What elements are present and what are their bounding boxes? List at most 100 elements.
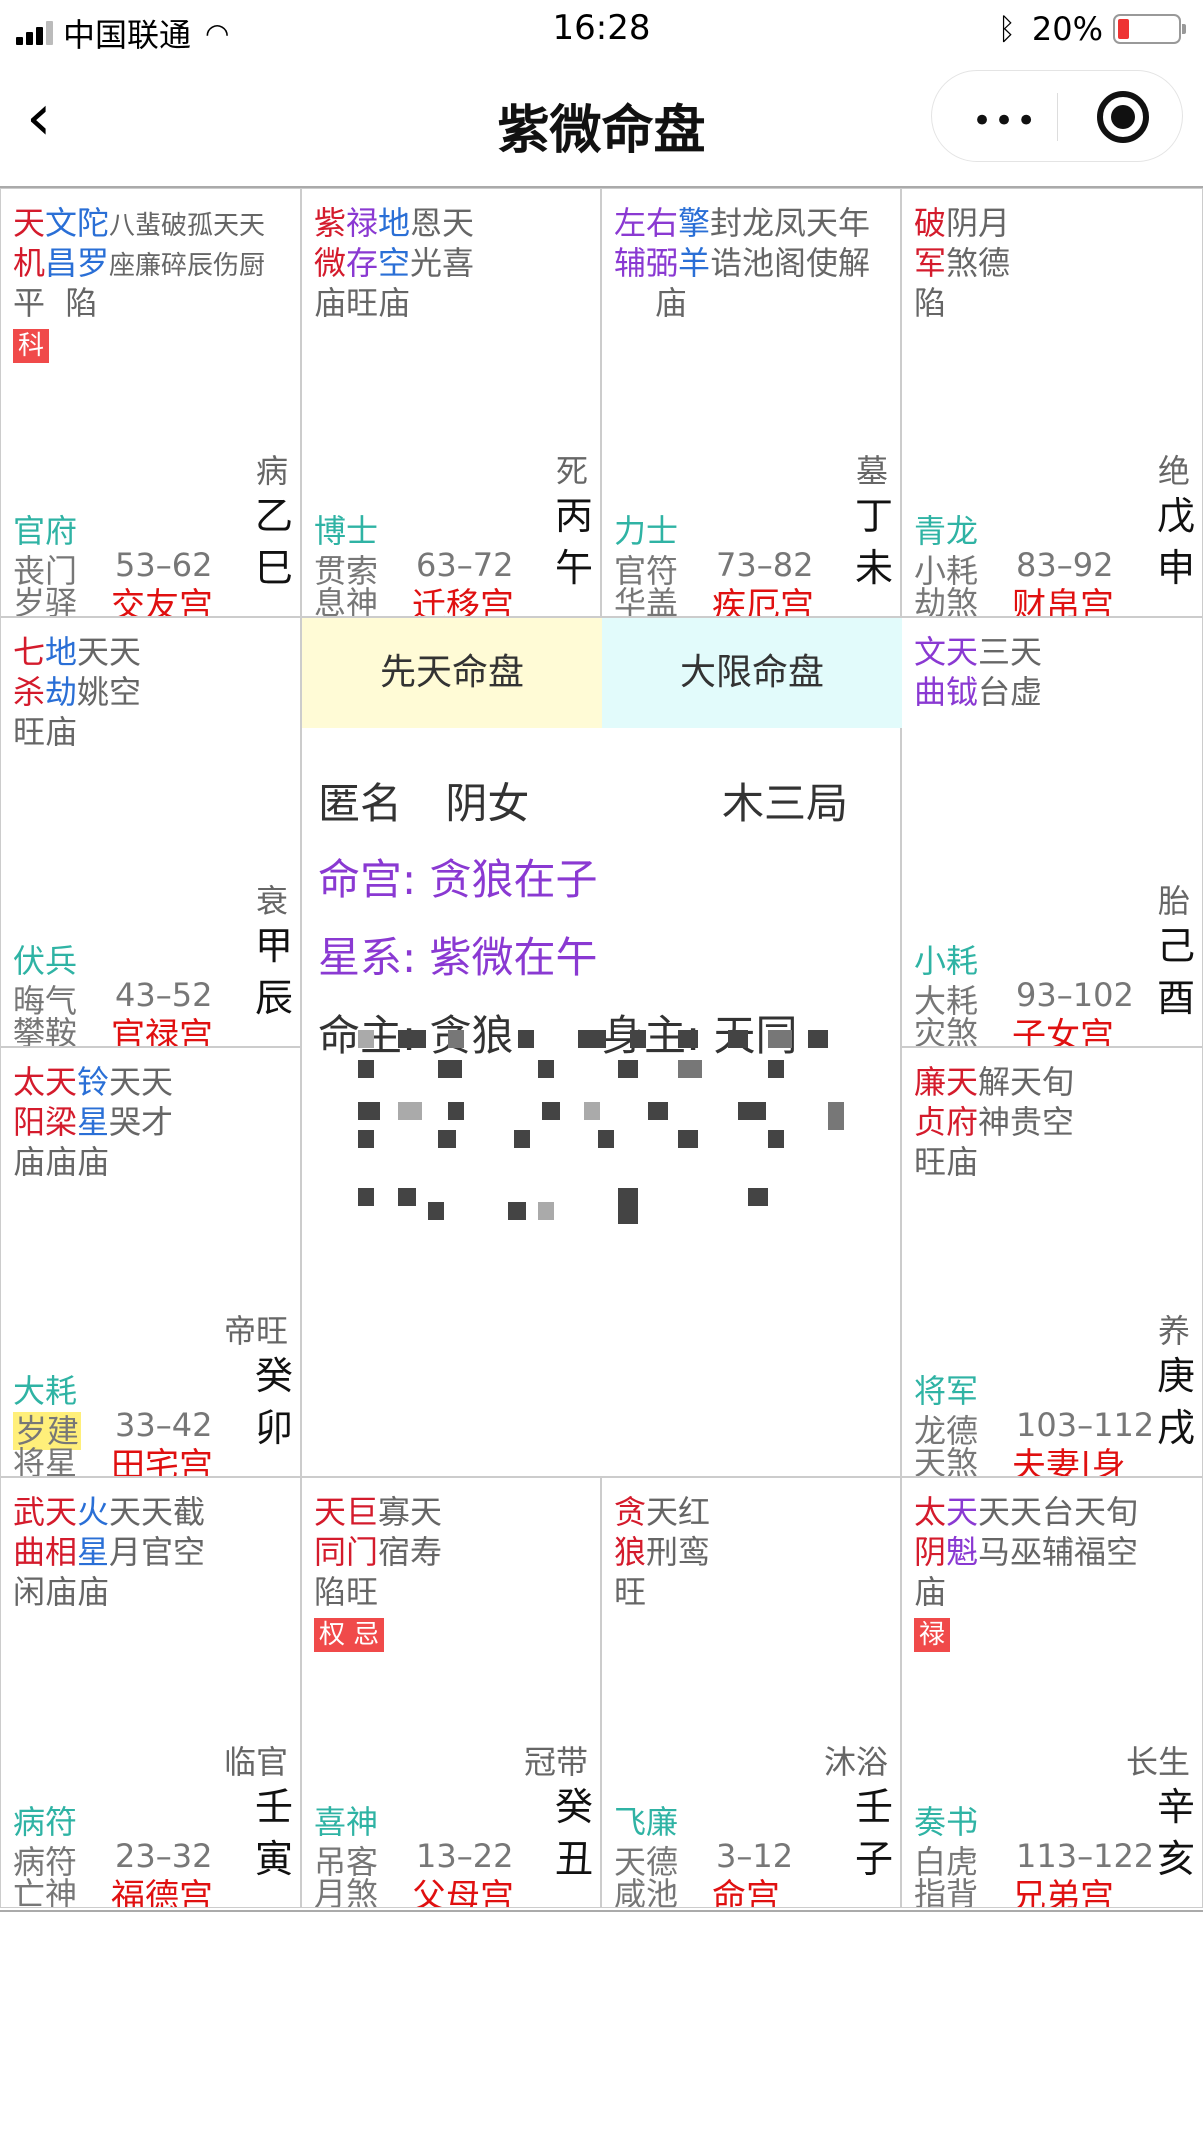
palace-chen[interactable]: 七地天天 杀劫姚空 旺庙衰伏兵 晦气 攀鞍 43–52 官禄宫甲辰: [0, 617, 301, 1047]
general-star: 岁驿: [13, 584, 78, 617]
palace-name: 父母宫: [412, 1877, 514, 1908]
five-element-ju: 木三局: [722, 779, 849, 828]
palace-xu[interactable]: 廉天解天旬 贞府神贵空 旺庙养将军 龙德 天煞 103–112 夫妻|身庚戌: [901, 1047, 1203, 1477]
palace-wu[interactable]: 紫禄地恩天 微存空光喜 庙旺庙死博士 贯索 息神 63–72 迁移宫丙午: [301, 188, 601, 617]
star-text: 禄: [346, 204, 379, 242]
palace-wei[interactable]: 左右擎封龙凤天年 辅弼羊诰池阁使解 庙墓力士 官符 华盖 73–82 疾厄宫丁未: [601, 188, 901, 617]
mosaic-block: [438, 1060, 462, 1078]
earthly-branch: 亥: [1156, 1837, 1195, 1881]
heavenly-stem: 丙: [554, 494, 593, 538]
mosaic-block: [538, 1202, 554, 1220]
status-bar: 中国联通 ◠ 16:28 ᛒ 20%: [0, 0, 1203, 60]
star-text: 羊: [678, 244, 711, 282]
center-panel: 先天命盘 大限命盘 匿名 阴女 木三局 命宫: 贪狼在子 星系: 紫微在午 命主…: [301, 617, 902, 1477]
star-text: 魁: [946, 1533, 979, 1571]
star-text: 旺庙: [13, 713, 78, 751]
stem-branch: 丙午: [552, 490, 596, 594]
star-text: 八蜚破孤天天: [109, 211, 266, 241]
star-text: 军: [914, 244, 947, 282]
general-star: 月煞: [314, 1875, 379, 1908]
palace-yin[interactable]: 武天火天天截 曲相星月官空 闲庙庙 临官 病符 病符 亡神 23–32 福德宫壬寅: [0, 1477, 301, 1908]
star-text: 庙: [614, 284, 687, 322]
star-text: 光喜: [410, 244, 475, 282]
star-line: 闲庙庙: [13, 1572, 205, 1612]
palace-mao[interactable]: 太天铃天天 阳梁星哭才 庙庙庙 帝旺 大耗 岁建 将星 33–42 田宅宫癸卯: [0, 1047, 301, 1477]
person-info: 匿名 阴女: [318, 770, 529, 831]
mosaic-block: [358, 1060, 374, 1078]
star-text: 哭才: [109, 1103, 174, 1141]
life-stage: 沐浴: [823, 1743, 888, 1781]
star-text: 天天台天旬: [978, 1493, 1139, 1531]
heavenly-stem: 己: [1156, 924, 1195, 968]
tab-natal-chart[interactable]: 先天命盘: [302, 618, 602, 728]
star-line: 机昌罗座廉碎辰伤厨: [13, 243, 265, 283]
life-stage: 衰: [255, 882, 288, 920]
life-stage: 病: [255, 452, 288, 490]
transform-badge: 科: [13, 329, 50, 363]
star-line: 庙: [614, 283, 870, 323]
palace-stars: 七地天天 杀劫姚空 旺庙: [13, 632, 141, 752]
palace-si[interactable]: 天文陀八蜚破孤天天 机昌罗座廉碎辰伤厨平 陷科病官府 丧门 岁驿 53–62 交友宫乙巳: [0, 188, 301, 617]
star-text: 月官空: [109, 1533, 206, 1571]
star-text: 贞: [914, 1103, 947, 1141]
heavenly-stem: 戊: [1156, 494, 1195, 538]
star-line: 庙旺庙: [314, 283, 474, 323]
palace-chou[interactable]: 天巨寡天 同门宿寿 陷旺权 忌冠带 喜神 吊客 月煞 13–22 父母宫癸丑: [301, 1477, 601, 1908]
palace-name: 官禄宫: [111, 1016, 213, 1047]
star-text: 寡天: [378, 1493, 443, 1531]
mosaic-block: [578, 1030, 606, 1048]
palace-you[interactable]: 文天三天 曲钺台虚胎小耗 大耗 灾煞 93–102 子女宫己酉: [901, 617, 1203, 1047]
star-line: 贞府神贵空: [914, 1102, 1074, 1142]
star-line: 廉天解天旬: [914, 1062, 1074, 1102]
transform-badge: 禄: [914, 1618, 951, 1652]
palace-zi[interactable]: 贪天红 狼刑鸾旺沐浴 飞廉 天德 咸池 3–12 命宫壬子: [601, 1477, 901, 1908]
star-text: 陷旺: [314, 1573, 379, 1611]
earthly-branch: 午: [554, 546, 593, 590]
star-text: 罗: [77, 244, 110, 282]
palace-shen[interactable]: 破阴月 军煞德陷绝青龙 小耗 劫煞 83–92 财帛宫戊申: [901, 188, 1203, 617]
star-text: 解天旬: [978, 1063, 1075, 1101]
star-text: 天红: [646, 1493, 711, 1531]
mosaic-block: [808, 1030, 828, 1048]
earthly-branch: 戌: [1156, 1406, 1195, 1450]
star-text: 文: [45, 204, 78, 242]
palace-name: 子女宫: [1012, 1016, 1114, 1047]
mosaic-block: [398, 1030, 426, 1048]
star-text: 阴月: [946, 204, 1011, 242]
star-line: 文天三天: [914, 632, 1042, 672]
star-text: 太: [914, 1493, 947, 1531]
star-line: 陷旺: [314, 1572, 442, 1612]
close-miniapp-button[interactable]: [1097, 91, 1149, 143]
more-button[interactable]: •••: [972, 101, 1038, 141]
star-line: 同门宿寿: [314, 1532, 442, 1572]
star-text: 文: [914, 633, 947, 671]
palace-hai[interactable]: 太天天天台天旬 阴魁马巫辅福空庙禄长生 奏书 白虎 指背 113–122 兄弟宫辛亥: [901, 1477, 1203, 1908]
star-text: 星: [77, 1103, 110, 1141]
star-text: 天: [13, 204, 46, 242]
star-text: 太: [13, 1063, 46, 1101]
palace-stars: 破阴月 军煞德陷: [914, 203, 1010, 323]
palace-stars: 贪天红 狼刑鸾旺: [614, 1492, 710, 1612]
mosaic-block: [358, 1130, 374, 1148]
mosaic-block: [728, 1030, 748, 1048]
capsule-divider: [1057, 93, 1058, 141]
star-line: 武天火天天截: [13, 1492, 205, 1532]
battery-percent: 20%: [1031, 10, 1103, 48]
star-text: 左: [614, 204, 647, 242]
heavenly-stem: 丁: [854, 494, 893, 538]
star-text: 铃: [77, 1063, 110, 1101]
mosaic-block: [618, 1188, 638, 1224]
star-text: 狼: [614, 1533, 647, 1571]
life-stage: 临官: [223, 1743, 288, 1781]
star-text: 三天: [978, 633, 1043, 671]
star-line: 曲相星月官空: [13, 1532, 205, 1572]
mosaic-block: [514, 1130, 530, 1148]
mosaic-block: [358, 1030, 374, 1048]
mosaic-block: [428, 1202, 444, 1220]
star-line: 杀劫姚空: [13, 672, 141, 712]
heavenly-stem: 癸: [554, 1785, 593, 1829]
tab-decade-chart[interactable]: 大限命盘: [602, 618, 902, 728]
star-text: 机: [13, 244, 46, 282]
palace-name: 兄弟宫: [1012, 1877, 1114, 1908]
palace-stars: 天文陀八蜚破孤天天 机昌罗座廉碎辰伤厨平 陷科: [13, 203, 265, 363]
